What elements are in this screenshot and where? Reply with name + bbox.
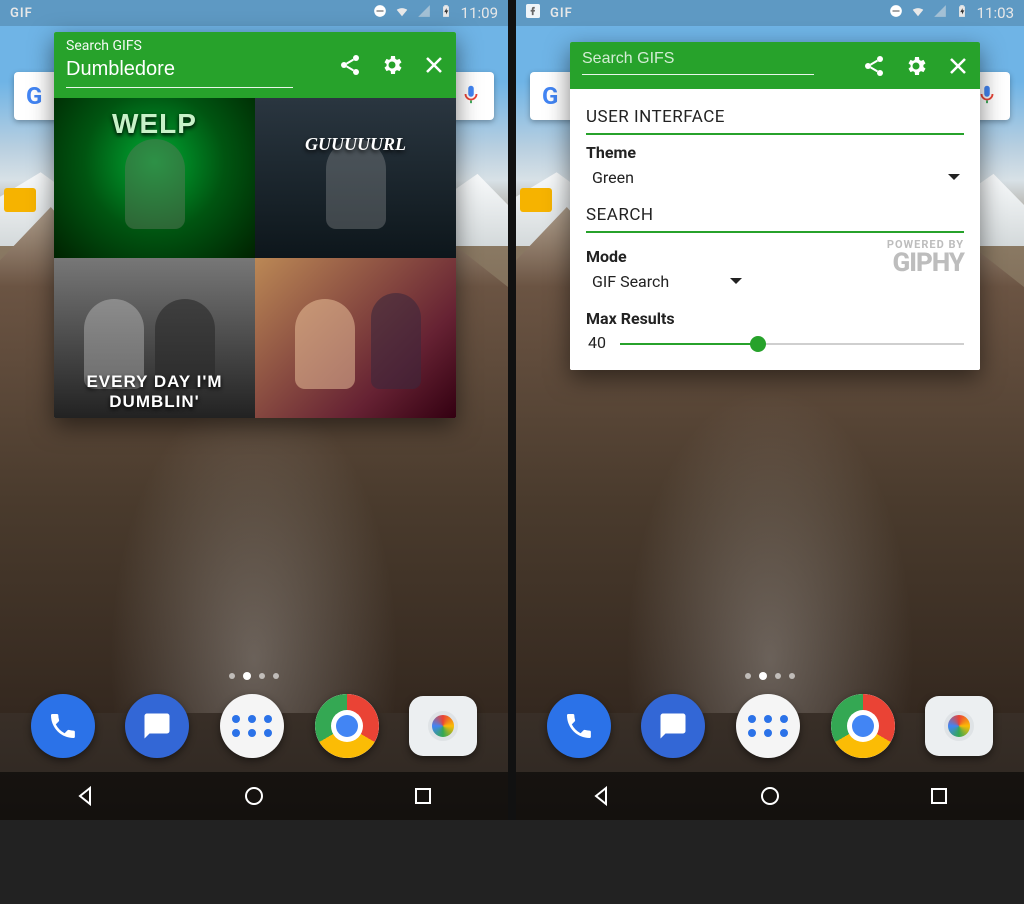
- home-button[interactable]: [758, 784, 782, 808]
- overlay-header: [570, 42, 980, 89]
- navigation-bar: [0, 772, 508, 820]
- app-drawer-button[interactable]: [220, 694, 284, 758]
- google-logo-icon: G: [542, 82, 558, 110]
- chevron-down-icon: [730, 278, 742, 290]
- gif-caption: GUUUUURL: [305, 134, 406, 155]
- gear-icon[interactable]: [904, 54, 928, 78]
- gif-results-grid: WELP GUUUUURL EVERY DAY I'M DUMBLIN': [54, 98, 456, 418]
- max-results-label: Max Results: [586, 309, 964, 328]
- gif-caption: EVERY DAY I'M DUMBLIN': [54, 372, 255, 412]
- search-label: Search GIFS: [66, 38, 444, 54]
- messages-app-icon[interactable]: [125, 694, 189, 758]
- camera-app-icon[interactable]: [409, 696, 477, 756]
- phone-app-icon[interactable]: [547, 694, 611, 758]
- gif-settings-overlay: USER INTERFACE Theme Green SEARCH Mode G…: [570, 42, 980, 370]
- overlay-header: Search GIFS: [54, 32, 456, 98]
- home-page-indicator: [229, 672, 279, 680]
- home-button[interactable]: [242, 784, 266, 808]
- search-input[interactable]: [582, 48, 814, 75]
- homescreen-widget-badge: [520, 188, 552, 212]
- gif-result[interactable]: [255, 258, 456, 418]
- gif-result[interactable]: WELP: [54, 98, 255, 258]
- dock: [516, 680, 1024, 772]
- signal-icon: [417, 4, 431, 22]
- messages-app-icon[interactable]: [641, 694, 705, 758]
- status-gif-label: GIF: [10, 6, 33, 21]
- navigation-bar: [516, 772, 1024, 820]
- close-icon[interactable]: [946, 54, 970, 78]
- gif-search-overlay: Search GIFS WELP: [54, 32, 456, 418]
- homescreen-widget-badge: [4, 188, 36, 212]
- phone-app-icon[interactable]: [31, 694, 95, 758]
- dnd-icon: [373, 4, 387, 22]
- share-icon[interactable]: [338, 53, 362, 77]
- facebook-notif-icon: [526, 4, 540, 22]
- back-button[interactable]: [589, 784, 613, 808]
- mode-value: GIF Search: [592, 272, 669, 291]
- recents-button[interactable]: [411, 784, 435, 808]
- gear-icon[interactable]: [380, 53, 404, 77]
- status-time: 11:03: [977, 4, 1014, 22]
- max-results-slider[interactable]: [620, 334, 964, 354]
- theme-value: Green: [592, 168, 634, 187]
- close-icon[interactable]: [422, 53, 446, 77]
- chrome-app-icon[interactable]: [315, 694, 379, 758]
- phone-screen-right: GIF 11:03 G: [516, 0, 1024, 820]
- max-results-value: 40: [588, 333, 606, 352]
- mic-icon[interactable]: [460, 83, 482, 109]
- share-icon[interactable]: [862, 54, 886, 78]
- section-header-ui: USER INTERFACE: [586, 99, 964, 135]
- theme-label: Theme: [586, 143, 964, 162]
- status-bar: GIF 11:03: [516, 0, 1024, 26]
- gif-result[interactable]: EVERY DAY I'M DUMBLIN': [54, 258, 255, 418]
- wifi-icon: [911, 4, 925, 22]
- gif-caption: WELP: [112, 108, 197, 140]
- chevron-down-icon: [948, 174, 960, 186]
- chrome-app-icon[interactable]: [831, 694, 895, 758]
- phone-screen-left: GIF 11:09 G.: [0, 0, 508, 820]
- powered-by-giphy: POWERED BY GIPHY: [887, 239, 964, 276]
- status-time: 11:09: [461, 4, 498, 22]
- battery-icon: [439, 4, 453, 22]
- gif-result[interactable]: GUUUUURL: [255, 98, 456, 258]
- app-drawer-button[interactable]: [736, 694, 800, 758]
- status-gif-label: GIF: [550, 6, 573, 21]
- mode-dropdown[interactable]: GIF Search: [586, 266, 746, 301]
- recents-button[interactable]: [927, 784, 951, 808]
- back-button[interactable]: [73, 784, 97, 808]
- camera-app-icon[interactable]: [925, 696, 993, 756]
- signal-icon: [933, 4, 947, 22]
- battery-icon: [955, 4, 969, 22]
- search-input[interactable]: [66, 56, 293, 88]
- home-page-indicator: [745, 672, 795, 680]
- section-header-search: SEARCH: [586, 197, 964, 233]
- google-logo-icon: G.: [26, 82, 42, 110]
- status-bar: GIF 11:09: [0, 0, 508, 26]
- theme-dropdown[interactable]: Green: [586, 162, 964, 197]
- wifi-icon: [395, 4, 409, 22]
- mode-label: Mode: [586, 247, 877, 266]
- dock: [0, 680, 508, 772]
- dnd-icon: [889, 4, 903, 22]
- settings-panel: USER INTERFACE Theme Green SEARCH Mode G…: [570, 89, 980, 370]
